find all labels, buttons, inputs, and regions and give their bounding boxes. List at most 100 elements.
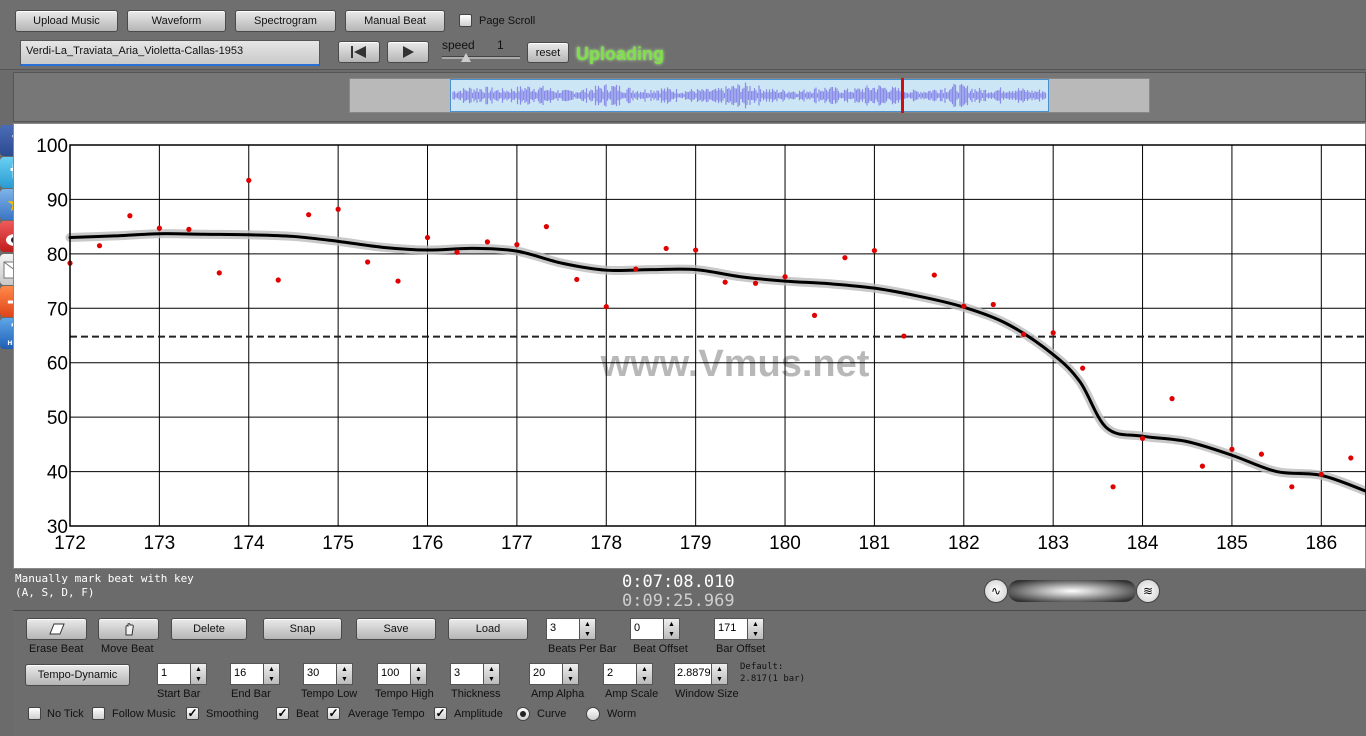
spectrogram-button[interactable]: Spectrogram: [235, 10, 336, 32]
window-size-arrows[interactable]: ▲ ▼: [712, 663, 728, 685]
hand-icon: [125, 623, 134, 636]
snap-button[interactable]: Snap: [263, 618, 342, 640]
amplitude-high-icon: ≋: [1136, 579, 1160, 603]
y-tick-label: 60: [47, 354, 68, 375]
beat-offset-arrows[interactable]: ▲ ▼: [664, 618, 680, 640]
amplitude-slider[interactable]: ∿ ≋: [984, 578, 1160, 604]
follow-music-label: Follow Music: [112, 708, 176, 720]
start-bar-arrows[interactable]: ▲ ▼: [191, 663, 207, 685]
amplitude-slider-track[interactable]: [1008, 580, 1136, 602]
x-tick-label: 173: [144, 533, 176, 554]
end-bar-stepper[interactable]: 16 ▲ ▼: [230, 663, 280, 685]
start-bar-label: Start Bar: [157, 688, 201, 700]
beat-point: [663, 245, 669, 252]
beat-point: [1080, 365, 1086, 371]
beat-checkbox[interactable]: ✓: [276, 707, 289, 720]
amplitude-checkbox[interactable]: ✓: [434, 707, 447, 720]
tempo-chart[interactable]: www.Vmus.net172 173 174 175 176 177 178 179 180 1…: [13, 123, 1366, 569]
page-scroll-label: Page Scroll: [479, 15, 536, 27]
tempo-high-stepper[interactable]: 100 ▲ ▼: [377, 663, 427, 685]
bar-offset-stepper[interactable]: 171 ▲ ▼: [714, 618, 764, 640]
play-button[interactable]: [387, 41, 429, 63]
average-tempo-checkbox[interactable]: ✓: [327, 707, 340, 720]
amp-scale-arrows[interactable]: ▲ ▼: [637, 663, 653, 685]
beat-offset-stepper[interactable]: 0 ▲ ▼: [630, 618, 680, 640]
amp-alpha-stepper[interactable]: 20 ▲ ▼: [529, 663, 579, 685]
watermark-text: www.Vmus.net: [600, 343, 870, 385]
tempo-low-stepper[interactable]: 30 ▲ ▼: [303, 663, 353, 685]
manual-beat-button[interactable]: Manual Beat: [345, 10, 445, 32]
amp-scale-stepper[interactable]: 2 ▲ ▼: [603, 663, 653, 685]
thickness-arrows[interactable]: ▲ ▼: [484, 663, 500, 685]
beat-point: [1110, 484, 1116, 490]
load-button[interactable]: Load: [448, 618, 528, 640]
beats-per-bar-value[interactable]: 3: [546, 618, 580, 640]
tempo-low-arrows[interactable]: ▲ ▼: [337, 663, 353, 685]
y-tick-label: 70: [47, 299, 68, 320]
end-bar-value[interactable]: 16: [230, 663, 264, 685]
beat-point: [127, 213, 133, 219]
y-tick-label: 100: [36, 136, 68, 157]
upload-music-button[interactable]: Upload Music: [15, 10, 118, 32]
delete-button[interactable]: Delete: [171, 618, 247, 640]
waveform-button[interactable]: Waveform: [127, 10, 226, 32]
page-scroll-checkbox[interactable]: [459, 14, 472, 27]
curve-radio[interactable]: [516, 707, 530, 721]
x-tick-label: 186: [1305, 533, 1337, 554]
amp-scale-label: Amp Scale: [605, 688, 659, 700]
window-size-value[interactable]: 2.8879: [674, 663, 712, 685]
skip-back-button[interactable]: [338, 41, 380, 63]
bar-offset-arrows[interactable]: ▲ ▼: [748, 618, 764, 640]
beats-per-bar-stepper[interactable]: 3 ▲ ▼: [546, 618, 596, 640]
beat-point: [782, 274, 788, 280]
x-tick-label: 183: [1037, 533, 1069, 554]
y-tick-label: 30: [47, 517, 68, 538]
speed-slider-thumb[interactable]: [461, 53, 471, 62]
worm-radio[interactable]: [586, 707, 600, 721]
speed-label: speed: [442, 38, 475, 52]
beat-point: [722, 279, 728, 285]
filename-field[interactable]: Verdi-La_Traviata_Aria_Violetta-Callas-1…: [20, 40, 320, 66]
beat-point: [275, 277, 281, 283]
beat-point: [365, 259, 371, 265]
bar-offset-value[interactable]: 171: [714, 618, 748, 640]
beat-point: [961, 303, 967, 309]
start-bar-stepper[interactable]: 1 ▲ ▼: [157, 663, 207, 685]
thickness-value[interactable]: 3: [450, 663, 484, 685]
tempo-high-arrows[interactable]: ▲ ▼: [411, 663, 427, 685]
amp-alpha-value[interactable]: 20: [529, 663, 563, 685]
beat-point: [424, 234, 431, 241]
reset-button[interactable]: reset: [527, 42, 569, 63]
move-beat-label: Move Beat: [101, 643, 154, 655]
tempo-high-value[interactable]: 100: [377, 663, 411, 685]
move-beat-button[interactable]: [98, 618, 159, 640]
beat-point: [871, 247, 878, 254]
save-button[interactable]: Save: [356, 618, 436, 640]
beat-point: [901, 333, 907, 339]
amp-scale-value[interactable]: 2: [603, 663, 637, 685]
no-tick-checkbox[interactable]: [28, 707, 41, 720]
thickness-stepper[interactable]: 3 ▲ ▼: [450, 663, 500, 685]
follow-music-checkbox[interactable]: [92, 707, 105, 720]
beat-label: Beat: [296, 708, 319, 720]
start-bar-value[interactable]: 1: [157, 663, 191, 685]
amp-alpha-arrows[interactable]: ▲ ▼: [563, 663, 579, 685]
speed-slider[interactable]: [442, 53, 520, 63]
smoothing-checkbox[interactable]: ✓: [186, 707, 199, 720]
beat-point: [96, 243, 103, 249]
play-icon: [403, 46, 414, 58]
end-bar-arrows[interactable]: ▲ ▼: [264, 663, 280, 685]
beat-point: [633, 266, 639, 272]
playhead-marker[interactable]: [901, 78, 904, 113]
window-default-line2: 2.817(1 bar): [740, 674, 806, 684]
window-size-stepper[interactable]: 2.8879 ▲ ▼: [674, 663, 728, 685]
tempo-low-value[interactable]: 30: [303, 663, 337, 685]
curve-radio-dot: [520, 711, 526, 717]
worm-label: Worm: [607, 708, 637, 720]
beats-per-bar-arrows[interactable]: ▲ ▼: [580, 618, 596, 640]
overview-waveform[interactable]: [450, 79, 1049, 112]
beat-offset-value[interactable]: 0: [630, 618, 664, 640]
mode-button[interactable]: Tempo-Dynamic: [25, 664, 130, 686]
erase-beat-button[interactable]: [26, 618, 87, 640]
waveform-bars: [452, 82, 1047, 109]
